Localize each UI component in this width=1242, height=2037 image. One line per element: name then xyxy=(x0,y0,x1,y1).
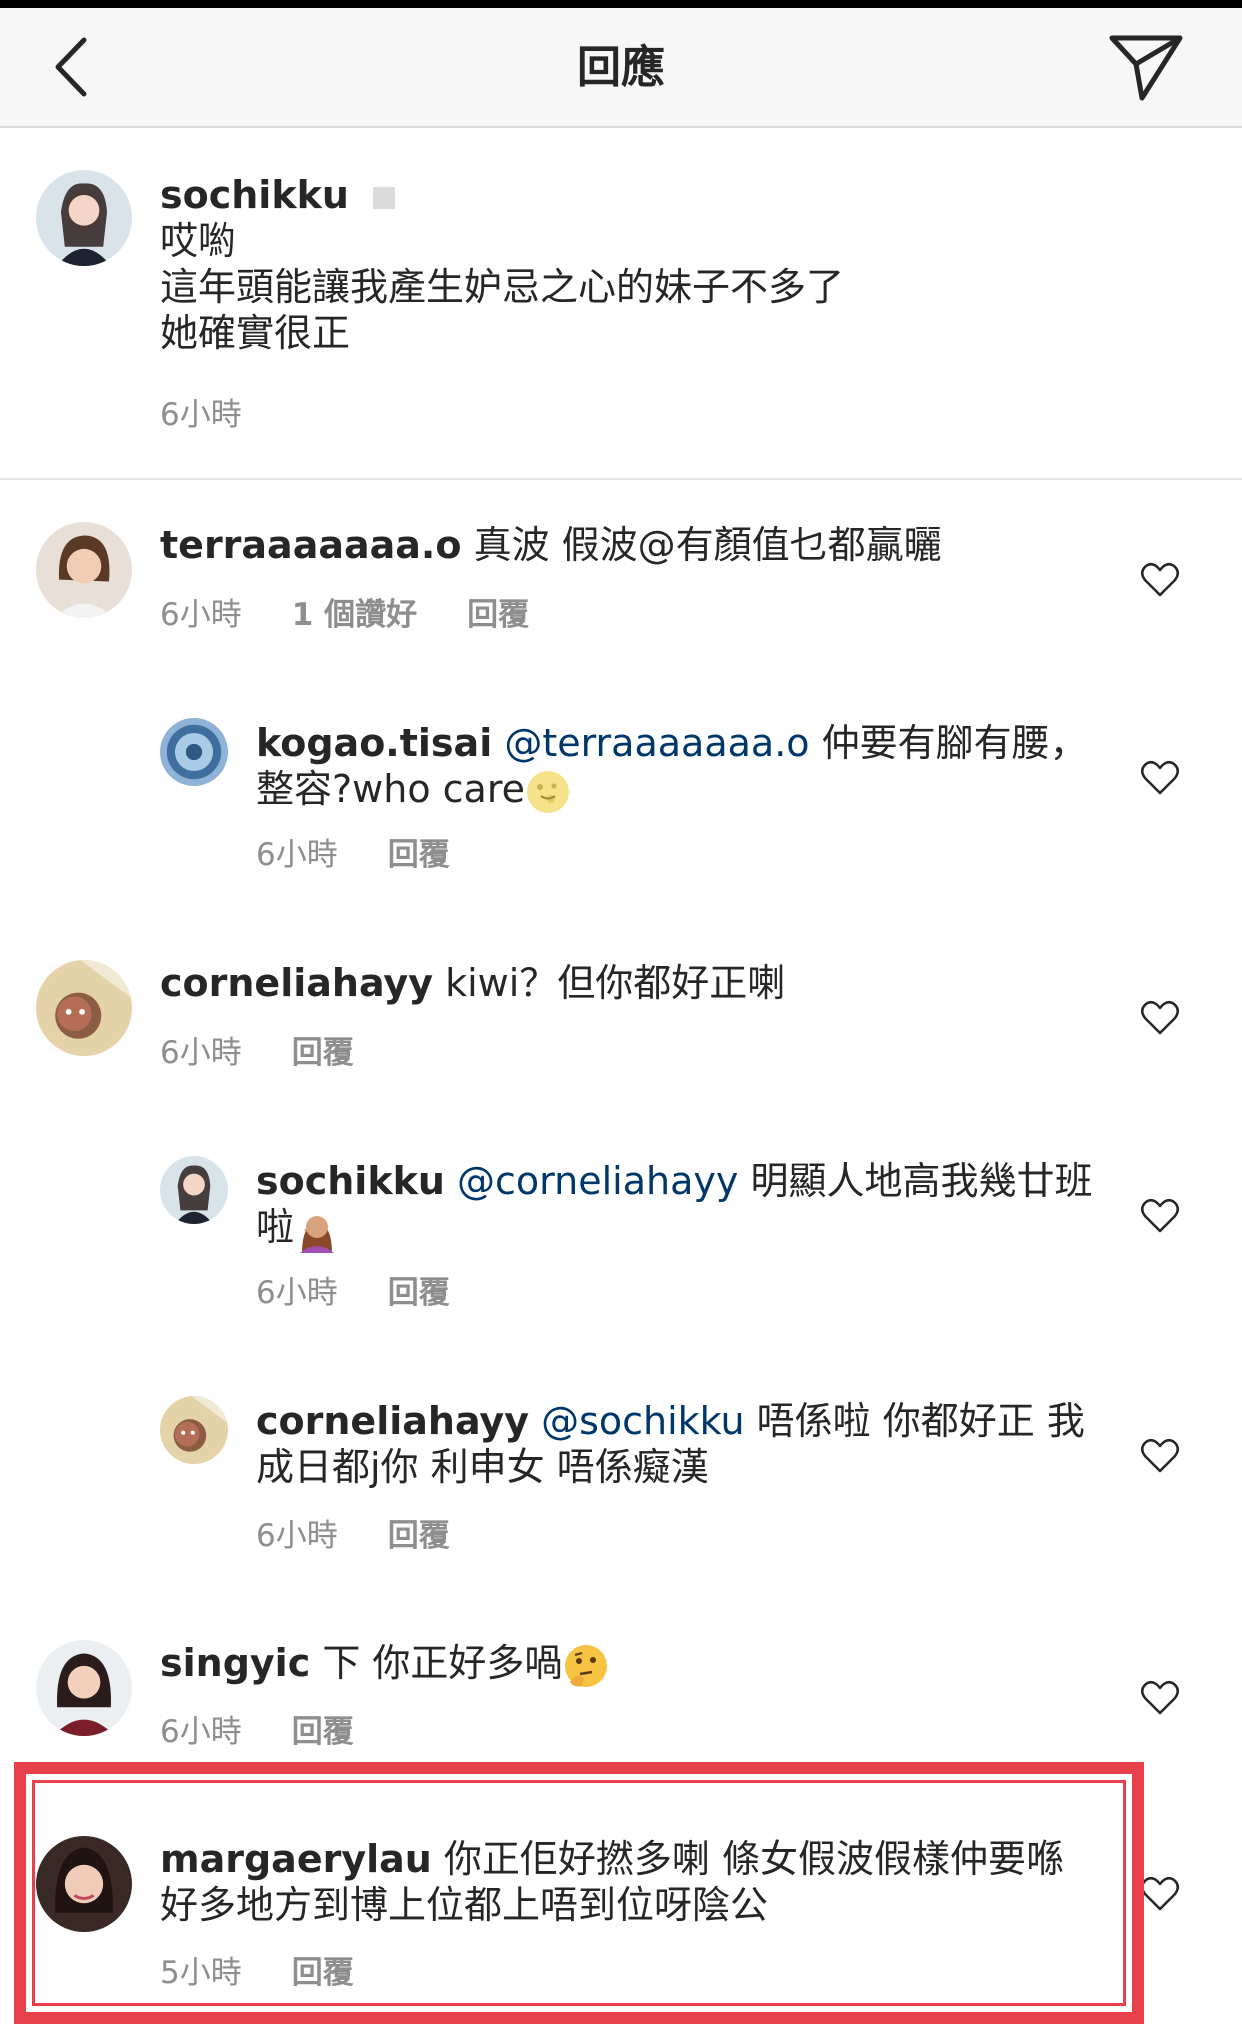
mention-link[interactable]: @corneliahayy xyxy=(457,1159,738,1203)
comment-username[interactable]: corneliahayy xyxy=(256,1399,529,1443)
comment-body: 下 你正好多喎 xyxy=(322,1641,563,1685)
heart-icon[interactable] xyxy=(1140,1438,1180,1474)
timestamp: 6小時 xyxy=(256,837,338,873)
heart-icon[interactable] xyxy=(1140,760,1180,796)
heart-icon[interactable] xyxy=(1140,1000,1180,1036)
woman-facepalming-emoji-icon xyxy=(300,1215,335,1253)
comment-text: sochikku @corneliahayy 明顯人地高我幾廿班 啦 xyxy=(256,1158,1092,1253)
avatar[interactable] xyxy=(36,170,132,266)
avatar[interactable] xyxy=(160,718,228,786)
thinking-face-emoji-icon xyxy=(565,1644,608,1687)
timestamp: 6小時 xyxy=(160,1714,242,1750)
mention-link[interactable]: @terraaaaaaa.o xyxy=(504,721,809,765)
avatar[interactable] xyxy=(160,1396,228,1464)
timestamp: 6小時 xyxy=(160,1035,242,1071)
reply-button[interactable]: 回覆 xyxy=(388,837,450,873)
timestamp: 6小時 xyxy=(256,1518,338,1554)
comment-username[interactable]: terraaaaaaa.o xyxy=(160,523,461,567)
comment-body: 明顯人地高我幾廿班 xyxy=(750,1159,1093,1203)
verified-placeholder-icon xyxy=(372,186,395,209)
send-icon[interactable] xyxy=(1108,32,1184,102)
reply-button[interactable]: 回覆 xyxy=(388,1275,450,1311)
caption-line-3: 她確實很正 xyxy=(160,311,351,355)
page-title: 回應 xyxy=(577,42,665,93)
comment-body: kiwi？但你都好正喇 xyxy=(445,961,786,1005)
comment-text: kogao.tisai @terraaaaaaa.o 仲要有腳有腰， 整容?wh… xyxy=(256,720,1088,815)
comment-body-line-2: 成日都j你 利申女 唔係癡漢 xyxy=(256,1445,709,1489)
comment-meta: 6小時 1 個讚好 回覆 xyxy=(160,595,579,635)
comment-meta: 6小時 回覆 xyxy=(160,1033,404,1073)
reply-button[interactable]: 回覆 xyxy=(292,1035,354,1071)
comment-body: 唔係啦 你都好正 我 xyxy=(756,1399,1085,1443)
comment-text: terraaaaaaa.o 真波 假波@有顏值乜都贏曬 xyxy=(160,522,942,568)
caption-username[interactable]: sochikku xyxy=(160,173,349,217)
heart-icon[interactable] xyxy=(1140,1680,1180,1716)
comment-body: 真波 假波@有顏值乜都贏曬 xyxy=(473,523,942,567)
heart-icon[interactable] xyxy=(1140,562,1180,598)
caption-meta: 6小時 xyxy=(160,395,292,435)
timestamp: 6小時 xyxy=(160,397,242,433)
avatar[interactable] xyxy=(36,960,132,1056)
comment-username[interactable]: corneliahayy xyxy=(160,961,433,1005)
comment-meta: 6小時 回覆 xyxy=(256,1516,500,1556)
comment-body-line-2: 啦 xyxy=(256,1205,295,1249)
status-bar xyxy=(0,0,1242,8)
heart-icon[interactable] xyxy=(1140,1876,1180,1912)
comment-meta: 6小時 回覆 xyxy=(256,835,500,875)
caption-line-2: 這年頭能讓我產生妒忌之心的妹子不多了 xyxy=(160,265,845,309)
avatar[interactable] xyxy=(160,1156,228,1224)
heart-icon[interactable] xyxy=(1140,1198,1180,1234)
comment-text: corneliahayy kiwi？但你都好正喇 xyxy=(160,960,785,1006)
likes-count[interactable]: 1 個讚好 xyxy=(292,597,417,633)
comment-body: 仲要有腳有腰， xyxy=(821,721,1088,765)
comment-username[interactable]: singyic xyxy=(160,1641,310,1685)
comment-body-line-2: 整容?who care xyxy=(256,767,526,811)
comment-text: singyic 下 你正好多喎 xyxy=(160,1640,610,1690)
caption-line-1: 哎喲 xyxy=(160,219,237,263)
highlight-annotation-inner xyxy=(32,1780,1126,2006)
comment-meta: 6小時 回覆 xyxy=(256,1273,500,1313)
timestamp: 6小時 xyxy=(256,1275,338,1311)
comment-text: corneliahayy @sochikku 唔係啦 你都好正 我 成日都j你 … xyxy=(256,1398,1085,1490)
nav-header: 回應 xyxy=(0,8,1242,128)
reply-button[interactable]: 回覆 xyxy=(388,1518,450,1554)
comment-username[interactable]: sochikku xyxy=(256,1159,445,1203)
mention-link[interactable]: @sochikku xyxy=(541,1399,745,1443)
full-moon-face-emoji-icon xyxy=(527,770,570,813)
timestamp: 6小時 xyxy=(160,597,242,633)
reply-button[interactable]: 回覆 xyxy=(292,1714,354,1750)
comment-meta: 6小時 回覆 xyxy=(160,1712,404,1752)
avatar[interactable] xyxy=(36,1640,132,1736)
reply-button[interactable]: 回覆 xyxy=(467,597,529,633)
comment-username[interactable]: kogao.tisai xyxy=(256,721,492,765)
avatar[interactable] xyxy=(36,522,132,618)
caption-text: sochikku 哎喲 這年頭能讓我產生妒忌之心的妹子不多了 她確實很正 xyxy=(160,172,844,356)
